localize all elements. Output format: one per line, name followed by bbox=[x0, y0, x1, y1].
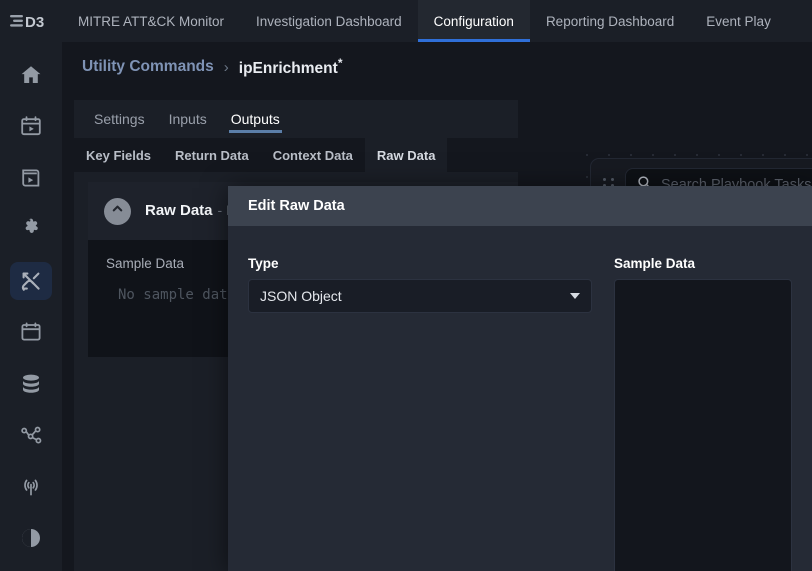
sidebar-item-calendar[interactable] bbox=[10, 314, 52, 352]
modal-sample-data-label: Sample Data bbox=[614, 256, 792, 271]
sidebar-item-integrations[interactable] bbox=[10, 211, 52, 249]
output-tab-list: Key Fields Return Data Context Data Raw … bbox=[74, 138, 518, 172]
collapse-toggle-button[interactable] bbox=[104, 198, 131, 225]
calendar-icon bbox=[19, 320, 43, 344]
nav-tab-label: Configuration bbox=[434, 14, 514, 29]
tab-label: Settings bbox=[94, 111, 145, 127]
nav-tab-reporting-dashboard[interactable]: Reporting Dashboard bbox=[530, 0, 690, 42]
top-navigation-bar: D3 MITRE ATT&CK Monitor Investigation Da… bbox=[0, 0, 812, 42]
nav-tab-label: Investigation Dashboard bbox=[256, 14, 402, 29]
type-select[interactable]: JSON Object bbox=[248, 279, 592, 313]
unsaved-changes-marker: * bbox=[338, 56, 343, 70]
sidebar-item-utilities[interactable] bbox=[10, 262, 52, 300]
raw-data-card-title: Raw Data bbox=[145, 202, 213, 219]
calendar-play-icon bbox=[19, 114, 43, 138]
breadcrumb: Utility Commands › ipEnrichment* bbox=[82, 56, 342, 78]
tab-label: Inputs bbox=[169, 111, 207, 127]
nav-tab-list: MITRE ATT&CK Monitor Investigation Dashb… bbox=[62, 0, 787, 42]
breadcrumb-current: ipEnrichment* bbox=[239, 56, 343, 78]
nav-tab-configuration[interactable]: Configuration bbox=[418, 0, 530, 42]
tab-settings[interactable]: Settings bbox=[84, 100, 155, 138]
tab-inputs[interactable]: Inputs bbox=[159, 100, 217, 138]
nav-tab-event-play[interactable]: Event Play bbox=[690, 0, 787, 42]
type-label: Type bbox=[248, 256, 592, 271]
puzzle-icon bbox=[19, 217, 43, 241]
tools-icon bbox=[19, 269, 43, 293]
tab-label: Return Data bbox=[175, 148, 249, 163]
tab-label: Outputs bbox=[231, 111, 280, 127]
tab-label: Raw Data bbox=[377, 148, 436, 163]
nav-tab-label: Reporting Dashboard bbox=[546, 14, 674, 29]
sidebar-item-network[interactable] bbox=[10, 417, 52, 455]
edit-raw-data-modal: Edit Raw Data Type JSON Object Sample Da… bbox=[228, 186, 812, 571]
chevron-down-icon bbox=[570, 293, 580, 299]
breadcrumb-current-label: ipEnrichment bbox=[239, 60, 338, 77]
sample-data-textarea[interactable] bbox=[614, 279, 792, 571]
tab-key-fields[interactable]: Key Fields bbox=[74, 138, 163, 172]
modal-body: Type JSON Object Sample Data bbox=[228, 226, 812, 571]
book-play-icon bbox=[19, 166, 43, 190]
modal-type-column: Type JSON Object bbox=[248, 256, 592, 571]
type-select-value: JSON Object bbox=[260, 288, 342, 304]
modal-title: Edit Raw Data bbox=[248, 198, 345, 214]
broadcast-icon bbox=[19, 475, 43, 499]
sidebar-item-alerts[interactable] bbox=[10, 468, 52, 506]
chevron-up-icon bbox=[110, 201, 125, 221]
nav-tab-label: MITRE ATT&CK Monitor bbox=[78, 14, 224, 29]
tab-raw-data[interactable]: Raw Data bbox=[365, 138, 448, 172]
modal-header: Edit Raw Data bbox=[228, 186, 812, 226]
sidebar-item-scheduled-playbooks[interactable] bbox=[10, 108, 52, 146]
nav-tab-label: Event Play bbox=[706, 14, 771, 29]
breadcrumb-root-link[interactable]: Utility Commands bbox=[82, 58, 214, 76]
breadcrumb-separator-icon: › bbox=[224, 59, 229, 76]
nav-tab-investigation-dashboard[interactable]: Investigation Dashboard bbox=[240, 0, 418, 42]
database-icon bbox=[19, 372, 43, 396]
sidebar-item-global[interactable] bbox=[10, 520, 52, 558]
command-tab-list: Settings Inputs Outputs bbox=[74, 100, 518, 138]
share-nodes-icon bbox=[19, 423, 43, 447]
d3-logo[interactable]: D3 bbox=[0, 0, 62, 42]
nav-tab-mitre-attack-monitor[interactable]: MITRE ATT&CK Monitor bbox=[62, 0, 240, 42]
tab-return-data[interactable]: Return Data bbox=[163, 138, 261, 172]
tab-outputs[interactable]: Outputs bbox=[221, 100, 290, 138]
tab-label: Key Fields bbox=[86, 148, 151, 163]
app-root: D3 MITRE ATT&CK Monitor Investigation Da… bbox=[0, 0, 812, 571]
tab-context-data[interactable]: Context Data bbox=[261, 138, 365, 172]
sidebar-item-home[interactable] bbox=[10, 56, 52, 94]
tab-label: Context Data bbox=[273, 148, 353, 163]
globe-icon bbox=[19, 526, 43, 550]
home-icon bbox=[19, 63, 43, 87]
svg-text:D3: D3 bbox=[25, 14, 44, 29]
sidebar-item-data[interactable] bbox=[10, 365, 52, 403]
left-sidebar-rail bbox=[0, 42, 62, 571]
modal-sample-data-column: Sample Data bbox=[614, 256, 792, 571]
sidebar-item-playbook-library[interactable] bbox=[10, 159, 52, 197]
